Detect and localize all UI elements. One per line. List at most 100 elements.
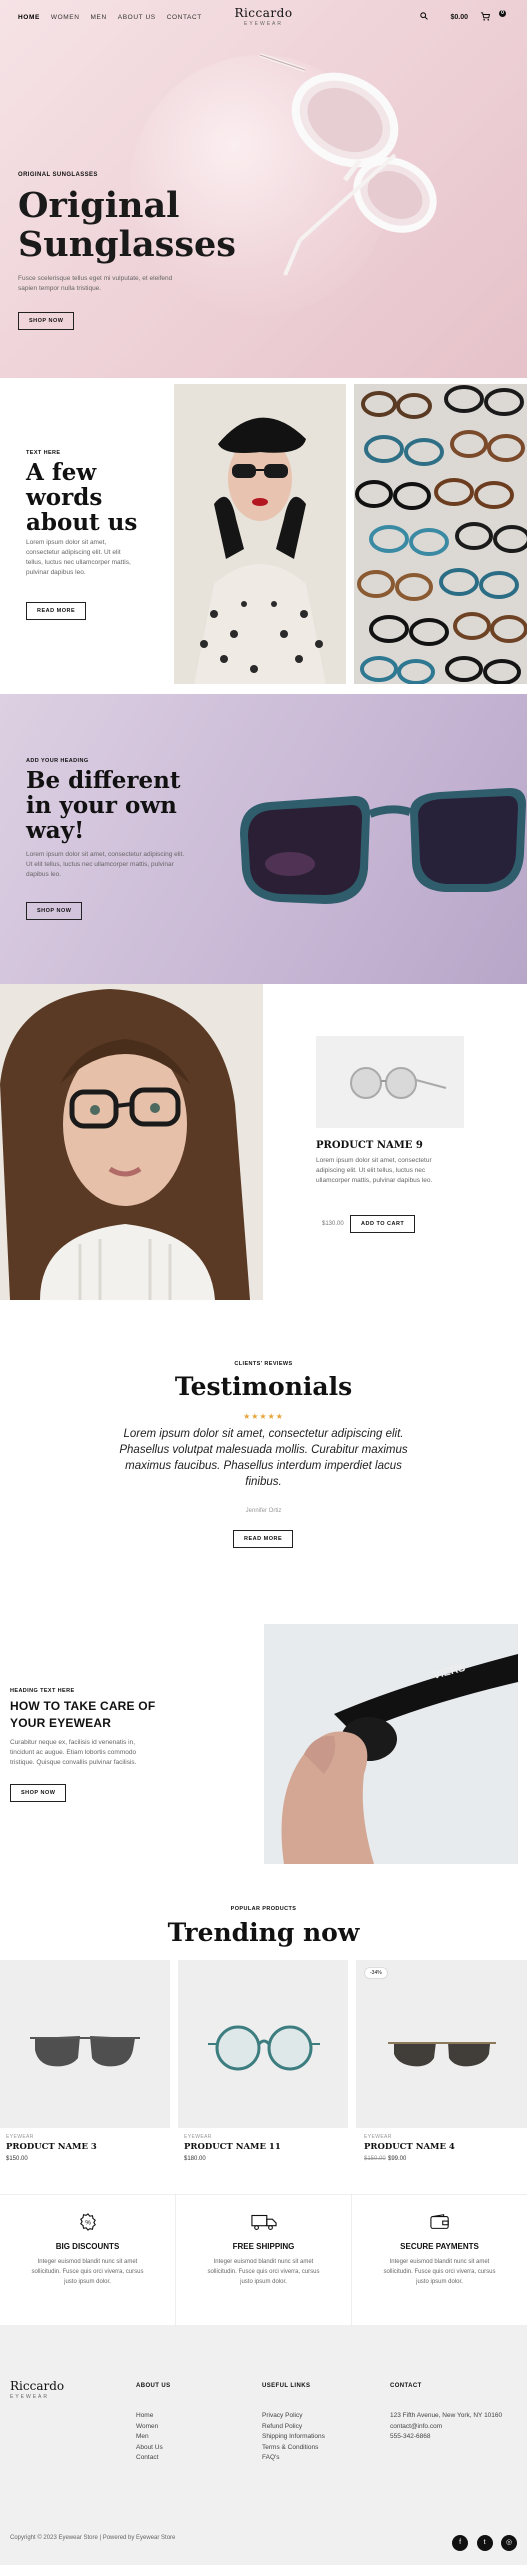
different-title-line3: way! (26, 817, 85, 844)
footer-about-column: ABOUT US Home Women Men About Us Contact (136, 2383, 171, 2464)
product-11-category: EYEWEAR (184, 2134, 212, 2140)
footer-contact-email[interactable]: contact@info.com (390, 2422, 502, 2433)
footer-link-contact[interactable]: Contact (136, 2453, 171, 2464)
product-9-name[interactable]: PRODUCT NAME 9 (316, 1140, 423, 1151)
footer-useful-title: USEFUL LINKS (262, 2383, 311, 2389)
care-title-line2: YOUR EYEWEAR (10, 1716, 112, 1730)
footer-copyright: Copyright © 2023 Eyewear Store | Powered… (10, 2535, 176, 2541)
product-11-name[interactable]: PRODUCT NAME 11 (184, 2142, 281, 2152)
testimonials-title: Testimonials (174, 1372, 353, 1401)
care-title-line1: HOW TO TAKE CARE OF (10, 1699, 156, 1713)
different-title-line2: in your own (26, 792, 177, 819)
product-3-category: EYEWEAR (6, 2134, 34, 2140)
product-11-price: $180.00 (184, 2156, 206, 2162)
logo-name: Riccardo (234, 6, 293, 20)
footer-useful-column: USEFUL LINKS Privacy Policy Refund Polic… (262, 2383, 325, 2464)
hero-title-line1: Original (18, 185, 180, 226)
footer-link-men[interactable]: Men (136, 2432, 171, 2443)
teal-sunglasses-image (240, 788, 526, 904)
search-icon[interactable] (420, 12, 429, 22)
instagram-icon[interactable]: ◎ (501, 2535, 517, 2551)
testimonials-read-more-button[interactable]: READ MORE (233, 1530, 294, 1548)
rating-stars: ★★★★★ (243, 1412, 284, 1421)
site-header: HOME WOMEN MEN ABOUT US CONTACT Riccardo… (0, 0, 527, 34)
different-shop-now-button[interactable]: SHOP NOW (26, 902, 83, 920)
footer-contact-title: CONTACT (390, 2383, 422, 2389)
feature-discounts: % BIG DISCOUNTS Integer euismod blandit … (0, 2195, 176, 2325)
wallet-icon (429, 2214, 449, 2229)
testimonial-quote: Lorem ipsum dolor sit amet, consectetur … (119, 1428, 408, 1488)
facebook-icon[interactable]: f (452, 2535, 469, 2551)
trending-kicker: POPULAR PRODUCTS (230, 1906, 297, 1912)
logo-sub: EYEWEAR (243, 21, 283, 27)
twitter-icon[interactable]: t (476, 2535, 493, 2551)
feature-shipping: FREE SHIPPING Integer euismod blandit nu… (176, 2195, 352, 2325)
product-3-image[interactable] (0, 1960, 170, 2128)
care-description: Curabitur neque ex, facilisis id venenat… (10, 1739, 137, 1766)
footer-link-home[interactable]: Home (136, 2411, 171, 2422)
about-read-more-button[interactable]: READ MORE (26, 602, 87, 620)
feature-payments: SECURE PAYMENTS Integer euismod blandit … (352, 2195, 527, 2325)
footer-link-refund[interactable]: Refund Policy (262, 2422, 325, 2433)
discount-badge: -34% (364, 1967, 388, 1979)
footer-link-privacy[interactable]: Privacy Policy (262, 2411, 325, 2422)
cart-count-badge: 0 (499, 9, 506, 17)
footer-contact-column: CONTACT 123 Fifth Avenue, New York, NY 1… (390, 2383, 502, 2443)
add-to-cart-button[interactable]: ADD TO CART (350, 1215, 416, 1233)
footer-link-terms[interactable]: Terms & Conditions (262, 2443, 325, 2454)
about-kicker: TEXT HERE (26, 450, 61, 456)
woman-beret-image (174, 384, 346, 684)
footer-link-faqs[interactable]: FAQ's (262, 2453, 325, 2464)
product-9-image[interactable] (316, 1036, 464, 1128)
product-4-image[interactable] (356, 1960, 527, 2128)
nav-women[interactable]: WOMEN (51, 14, 80, 21)
about-title-line3: about us (26, 509, 138, 536)
about-title-line2: words (26, 484, 103, 511)
footer-logo-name: Riccardo (10, 2379, 65, 2393)
features-section: % BIG DISCOUNTS Integer euismod blandit … (0, 2194, 527, 2325)
hero-kicker: ORIGINAL SUNGLASSES (18, 172, 98, 178)
footer-about-title: ABOUT US (136, 2383, 171, 2389)
different-kicker: ADD YOUR HEADING (26, 758, 89, 764)
site-logo[interactable]: Riccardo EYEWEAR (234, 6, 292, 27)
hero-title-line2: Sunglasses (18, 224, 236, 265)
footer-link-women[interactable]: Women (136, 2422, 171, 2433)
hero-sunglasses-image (259, 53, 437, 276)
footer-link-shipping[interactable]: Shipping Informations (262, 2432, 325, 2443)
different-title-line1: Be different (26, 767, 181, 794)
hero-section: ORIGINAL SUNGLASSES Original Sunglasses … (0, 0, 527, 378)
eyewear-care-section: HEADING TEXT HERE HOW TO TAKE CARE OF YO… (0, 1624, 527, 1894)
nav-home[interactable]: HOME (18, 14, 40, 21)
nav-men[interactable]: MEN (91, 14, 107, 21)
feature-payments-title: SECURE PAYMENTS (400, 2242, 479, 2251)
nav-about-us[interactable]: ABOUT US (118, 14, 156, 21)
footer-contact-address: 123 Fifth Avenue, New York, NY 10160 (390, 2412, 503, 2419)
different-title: Be different in your own way! (26, 768, 181, 843)
social-links: f t ◎ (448, 2531, 517, 2551)
gear-badge-icon: % (79, 2213, 96, 2231)
product-3-name[interactable]: PRODUCT NAME 3 (6, 2142, 97, 2152)
hero-description: Fusce scelerisque tellus eget mi vulputa… (18, 275, 173, 292)
hero-shop-now-button[interactable]: SHOP NOW (18, 312, 75, 330)
footer-contact-phone[interactable]: 555-342-6868 (390, 2432, 502, 2443)
about-title: A few words about us (26, 460, 137, 535)
cart-total[interactable]: $0.00 (450, 14, 468, 21)
care-shop-now-button[interactable]: SHOP NOW (10, 1784, 67, 1802)
product-11-image[interactable] (178, 1960, 348, 2128)
woman-glasses-portrait-image (0, 984, 263, 1300)
about-section: TEXT HERE A few words about us Lorem ips… (0, 378, 527, 694)
hand-holding-glasses-image: VIERS (264, 1624, 518, 1864)
about-title-line1: A few (26, 459, 97, 486)
feature-discounts-title: BIG DISCOUNTS (55, 2242, 120, 2251)
main-nav: HOME WOMEN MEN ABOUT US CONTACT (18, 14, 202, 21)
nav-contact[interactable]: CONTACT (167, 14, 202, 21)
cart-icon[interactable] (480, 11, 491, 23)
footer-logo[interactable]: Riccardo EYEWEAR (10, 2379, 64, 2400)
trending-title: Trending now (167, 1918, 360, 1947)
site-footer: Riccardo EYEWEAR ABOUT US Home Women Men… (0, 2325, 527, 2565)
product-3-price: $150.00 (6, 2156, 28, 2162)
feature-discounts-desc: Integer euismod blandit nunc sit amet so… (31, 2259, 144, 2285)
product-4-name[interactable]: PRODUCT NAME 4 (364, 2142, 455, 2152)
product-4-price: $99.00 (388, 2156, 407, 2162)
footer-link-about-us[interactable]: About Us (136, 2443, 171, 2454)
